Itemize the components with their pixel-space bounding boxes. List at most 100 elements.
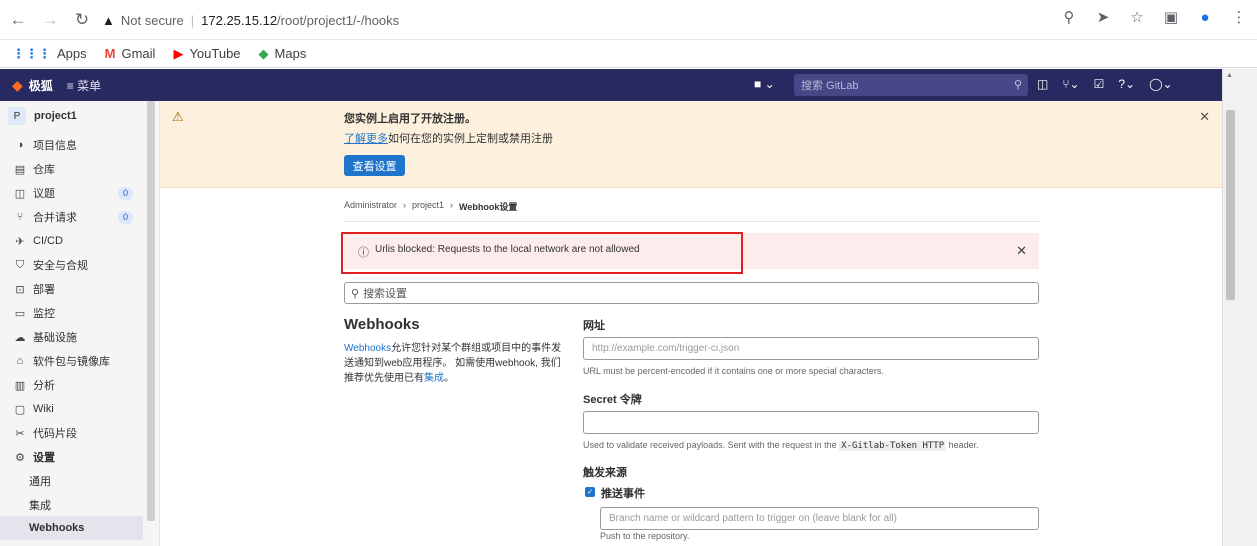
package-icon: ⌂ bbox=[16, 355, 24, 367]
gitlab-header: ◆ 极狐 ≡ 菜单 ■ ⌄ 搜索 GitLab ⚲ ◫ ⑂⌄ ☑ ?⌄ ◯⌄ bbox=[0, 69, 1222, 101]
dismiss-alert-icon[interactable]: ✕ bbox=[1016, 243, 1027, 259]
scroll-up-icon[interactable]: ▲ bbox=[1226, 72, 1233, 79]
webhooks-description: Webhooks允许您针对某个群组或项目中的事件发送通知到web应用程序。 如需… bbox=[344, 343, 562, 384]
issues-count-badge: 0 bbox=[117, 186, 133, 200]
sidebar-item-infrastructure[interactable]: ☁ 基础设施 bbox=[0, 325, 143, 349]
profile-icon[interactable]: ● bbox=[1195, 9, 1215, 26]
chart-icon: ▥ bbox=[14, 379, 26, 392]
page-scrollbar-thumb[interactable] bbox=[1226, 110, 1235, 300]
breadcrumb-current[interactable]: Webhook设置 bbox=[459, 200, 517, 213]
forward-arrow-icon[interactable]: → bbox=[36, 6, 64, 34]
repository-icon: ▤ bbox=[14, 163, 26, 176]
sidebar-item-merge-requests[interactable]: ⑂ 合并请求 0 bbox=[0, 205, 143, 229]
search-icon: ⚲ bbox=[1013, 79, 1022, 91]
push-events-label[interactable]: 推送事件 bbox=[601, 485, 645, 501]
search-icon: ⚲ bbox=[351, 287, 360, 300]
banner-title: 您实例上启用了开放注册。 bbox=[344, 113, 476, 125]
breadcrumb-project[interactable]: project1 bbox=[412, 200, 444, 213]
gmail-icon: M bbox=[104, 46, 116, 61]
project-header[interactable]: P project1 bbox=[0, 101, 159, 131]
rocket-icon: ✈ bbox=[15, 235, 25, 248]
deploy-icon: ⊡ bbox=[15, 283, 25, 296]
push-events-checkbox[interactable]: ✓ bbox=[585, 487, 595, 497]
sidebar-item-repository[interactable]: ▤ 仓库 bbox=[0, 157, 143, 181]
sidebar-item-project-info[interactable]: ◑ 项目信息 bbox=[0, 133, 143, 157]
issues-header-icon[interactable]: ◫ bbox=[1037, 77, 1048, 91]
close-icon[interactable]: ✕ bbox=[1199, 109, 1210, 125]
url-input[interactable]: http://example.com/trigger-ci.json bbox=[583, 337, 1039, 360]
divider bbox=[344, 221, 1039, 222]
webhooks-title: Webhooks bbox=[344, 316, 420, 333]
monitor-icon: ▭ bbox=[14, 307, 26, 320]
project-name: project1 bbox=[34, 110, 77, 122]
sidebar-scrollbar[interactable] bbox=[147, 101, 155, 521]
url-host: 172.25.15.12 bbox=[201, 12, 278, 28]
bookmark-maps[interactable]: ◆ Maps bbox=[259, 46, 307, 62]
branch-filter-input[interactable]: Branch name or wildcard pattern to trigg… bbox=[600, 507, 1039, 530]
learn-more-link[interactable]: 了解更多 bbox=[344, 133, 388, 145]
gitlab-search-input[interactable]: 搜索 GitLab ⚲ bbox=[794, 74, 1028, 96]
shield-icon: ⛉ bbox=[15, 258, 25, 271]
sidepanel-icon[interactable]: ▣ bbox=[1161, 8, 1181, 26]
address-bar[interactable]: ▲ Not secure | 172.25.15.12/root/project… bbox=[102, 6, 1225, 34]
push-help-text: Push to the repository. bbox=[600, 531, 690, 541]
bookmark-gmail[interactable]: M Gmail bbox=[105, 46, 156, 61]
bookmark-youtube[interactable]: ▶ YouTube bbox=[173, 46, 240, 62]
project-avatar: P bbox=[8, 107, 26, 125]
banner-text: 了解更多如何在您的实例上定制或禁用注册 bbox=[344, 133, 553, 145]
brand-name[interactable]: 极狐 bbox=[29, 77, 53, 94]
sidebar-item-analytics[interactable]: ▥ 分析 bbox=[0, 373, 143, 397]
search-settings-input[interactable]: ⚲ 搜索设置 bbox=[344, 282, 1039, 304]
merge-requests-header-icon[interactable]: ⑂⌄ bbox=[1062, 77, 1079, 91]
user-avatar-icon[interactable]: ◯⌄ bbox=[1149, 77, 1172, 91]
chevron-right-icon: › bbox=[403, 200, 407, 210]
url-label: 网址 bbox=[583, 320, 605, 332]
sidebar-item-snippets[interactable]: ✂ 代码片段 bbox=[0, 421, 143, 445]
star-icon[interactable]: ☆ bbox=[1127, 8, 1147, 26]
trigger-label: 触发来源 bbox=[583, 467, 627, 479]
sidebar-item-settings[interactable]: ⚙ 设置 bbox=[0, 445, 143, 469]
breadcrumb: Administrator › project1 › Webhook设置 bbox=[344, 200, 517, 213]
secret-help-text: Used to validate received payloads. Sent… bbox=[583, 440, 979, 451]
reload-icon[interactable]: ↻ bbox=[68, 6, 96, 34]
sidebar-item-packages[interactable]: ⌂ 软件包与镜像库 bbox=[0, 349, 143, 373]
secret-token-input[interactable] bbox=[583, 411, 1039, 434]
separator: | bbox=[190, 12, 195, 28]
webhooks-doc-link[interactable]: Webhooks bbox=[344, 343, 391, 354]
gitlab-logo-icon[interactable]: ◆ bbox=[12, 77, 23, 94]
zoom-icon[interactable]: ⚲ bbox=[1059, 8, 1079, 26]
open-registration-banner: ⚠ 您实例上启用了开放注册。 了解更多如何在您的实例上定制或禁用注册 查看设置 … bbox=[160, 101, 1222, 188]
merge-requests-count-badge: 0 bbox=[117, 210, 133, 224]
kebab-menu-icon[interactable]: ⋮ bbox=[1229, 8, 1249, 26]
bookmark-apps[interactable]: ⋮⋮⋮ Apps bbox=[12, 46, 87, 62]
sidebar-subitem-webhooks[interactable]: Webhooks bbox=[0, 516, 143, 540]
main-menu-button[interactable]: ≡ 菜单 bbox=[67, 77, 101, 94]
url-path: /root/project1/-/hooks bbox=[277, 12, 400, 28]
url-help-text: URL must be percent-encoded if it contai… bbox=[583, 366, 884, 376]
bookmarks-bar: ⋮⋮⋮ Apps M Gmail ▶ YouTube ◆ Maps bbox=[0, 40, 1257, 68]
todo-icon[interactable]: ☑ bbox=[1094, 77, 1105, 91]
sidebar-item-issues[interactable]: ◫ 议题 0 bbox=[0, 181, 143, 205]
new-item-dropdown-icon[interactable]: ■ ⌄ bbox=[754, 77, 775, 91]
issues-icon: ◫ bbox=[14, 187, 26, 200]
browser-toolbar: ← → ↻ ▲ Not secure | 172.25.15.12/root/p… bbox=[0, 0, 1257, 40]
breadcrumb-administrator[interactable]: Administrator bbox=[344, 200, 397, 213]
highlight-box bbox=[341, 232, 743, 274]
maps-icon: ◆ bbox=[258, 45, 269, 61]
sidebar-item-security[interactable]: ⛉ 安全与合规 bbox=[0, 253, 143, 277]
sidebar-item-deployments[interactable]: ⊡ 部署 bbox=[0, 277, 143, 301]
integrations-link[interactable]: 集成 bbox=[424, 373, 444, 384]
sidebar-subitem-integrations[interactable]: 集成 bbox=[0, 493, 143, 517]
warning-triangle-icon: ▲ bbox=[102, 12, 115, 28]
sidebar-subitem-general[interactable]: 通用 bbox=[0, 469, 143, 493]
help-icon[interactable]: ?⌄ bbox=[1118, 77, 1135, 91]
view-settings-button[interactable]: 查看设置 bbox=[344, 155, 405, 176]
send-icon[interactable]: ➤ bbox=[1093, 8, 1113, 26]
back-arrow-icon[interactable]: ← bbox=[4, 6, 32, 34]
snippet-icon: ✂ bbox=[15, 427, 25, 440]
warning-icon: ⚠ bbox=[172, 109, 184, 124]
sidebar-item-cicd[interactable]: ✈ CI/CD bbox=[0, 229, 143, 253]
settings-icon: ⚙ bbox=[15, 451, 25, 464]
sidebar-item-monitor[interactable]: ▭ 监控 bbox=[0, 301, 143, 325]
sidebar-item-wiki[interactable]: ▢ Wiki bbox=[0, 397, 143, 421]
